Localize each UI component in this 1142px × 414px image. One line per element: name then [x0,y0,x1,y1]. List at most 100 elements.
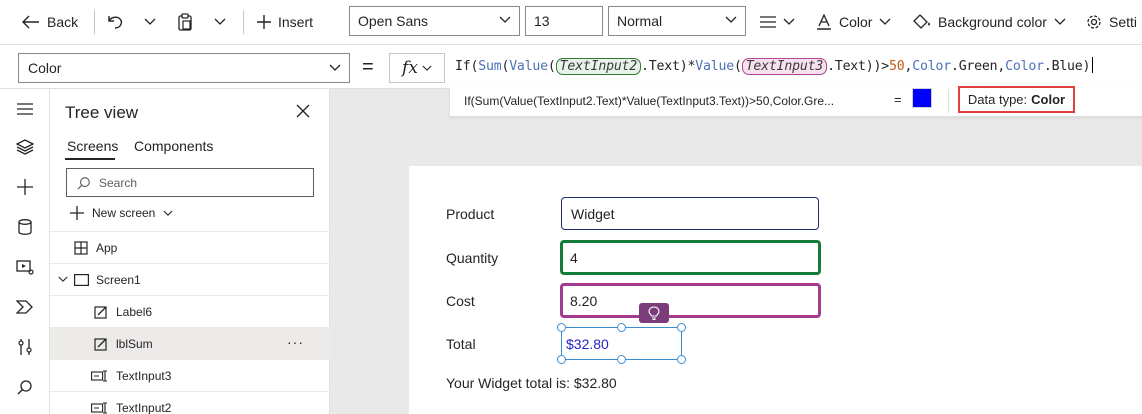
data-type-badge: Data type: Color [958,86,1075,113]
undo-button[interactable] [106,8,124,36]
background-color-button[interactable]: Background color [913,8,1066,36]
cost-label: Cost [446,293,475,309]
text-input-icon [91,401,109,414]
formula-text: .Text)* [641,59,696,74]
gear-icon [1086,14,1102,30]
back-label: Back [47,14,79,30]
lightbulb-icon[interactable] [639,303,669,323]
tree-view-panel: Tree view Screens Components Search New … [50,89,330,414]
search-icon[interactable] [13,375,37,399]
formula-number: 50 [889,59,905,74]
insert-label: Insert [278,14,314,30]
product-input[interactable]: Widget [561,197,819,230]
color-label: Color [839,14,873,30]
color-button[interactable]: Color [816,8,891,36]
tree-item-label6[interactable]: Label6 [50,295,330,327]
resize-handle[interactable] [557,323,566,332]
formula-bar: Color = fx If(Sum(Value(TextInput2 .Text)… [0,45,1142,89]
chevron-down-icon [214,18,226,26]
property-value: Color [28,60,62,76]
insert-button[interactable]: Insert [257,8,313,36]
layers-icon[interactable] [13,135,37,159]
formula-input[interactable]: If(Sum(Value(TextInput2 .Text)*Value(Text… [455,57,1094,75]
formula-text: .Green, [950,59,1006,74]
paint-bucket-icon [913,14,931,30]
cost-input[interactable]: 8.20 [560,283,821,318]
resize-handle[interactable] [617,355,626,364]
chevron-down-icon [879,18,891,26]
resize-handle[interactable] [617,323,626,332]
app-grid-icon [74,240,88,255]
formula-text: .Blue) [1043,59,1091,74]
chevron-down-icon [1054,18,1066,26]
font-weight-select[interactable]: Normal [608,6,746,36]
formula-text: If( [455,59,479,74]
tree-search-input[interactable]: Search [66,168,314,197]
new-screen-button[interactable]: New screen [70,206,173,220]
data-type-label: Data type: [967,92,1028,107]
settings-button[interactable]: Setti [1086,8,1137,36]
chevron-down-icon [163,210,173,217]
chevron-down-icon [422,65,432,72]
background-color-label: Background color [938,14,1047,30]
formula-function: Value [509,59,548,74]
plus-icon[interactable] [13,175,37,199]
formula-enum: Color [1005,59,1044,74]
text-caret [1092,57,1094,73]
label-edit-icon [94,337,108,351]
formula-enum: Color [912,59,951,74]
paste-button[interactable] [177,8,193,36]
tree-item-textinput2[interactable]: TextInput2 [50,391,330,414]
total-value: $32.80 [566,335,609,352]
font-size-value: 13 [534,13,550,29]
tree-view-title: Tree view [65,103,139,122]
power-automate-icon[interactable] [13,295,37,319]
total-label: Total [446,336,476,352]
tab-components[interactable]: Components [134,138,213,154]
chevron-down-icon [783,18,795,26]
tree-item-textinput3[interactable]: TextInput3 [50,359,330,391]
chevron-down-icon [499,16,511,24]
tree-item-screen1[interactable]: Screen1 [50,263,330,295]
text-color-icon [816,14,832,30]
label-edit-icon [94,305,108,319]
chevron-down-icon [144,18,156,26]
fx-button[interactable]: fx [389,53,445,83]
clipboard-icon [177,13,193,31]
paste-menu-chevron[interactable] [214,8,226,36]
quantity-label: Quantity [446,250,499,266]
plus-icon [257,15,271,29]
database-icon[interactable] [13,215,37,239]
chevron-down-icon[interactable] [58,276,68,283]
undo-menu-chevron[interactable] [144,8,156,36]
close-icon[interactable] [296,104,310,118]
font-value: Open Sans [358,13,429,29]
align-icon [760,16,776,28]
command-bar: Back Insert Open Sans 13 Normal Color Ba… [0,0,1142,45]
resize-handle[interactable] [677,323,686,332]
undo-icon [106,14,124,30]
tree-item-label: lblSum [116,336,153,351]
cost-value: 8.20 [570,292,598,309]
resize-handle[interactable] [677,355,686,364]
tools-icon[interactable] [13,335,37,359]
tree-item-app[interactable]: App [50,231,330,263]
tab-screens[interactable]: Screens [67,138,118,154]
align-button[interactable] [760,8,795,36]
resize-handle[interactable] [557,355,566,364]
back-button[interactable]: Back [22,8,78,36]
plus-icon [70,206,84,220]
result-equals: = [894,92,902,107]
font-select[interactable]: Open Sans [349,6,520,36]
more-options-button[interactable]: ··· [287,334,304,350]
screen-icon [74,273,89,286]
hamburger-icon[interactable] [13,97,37,121]
quantity-input[interactable]: 4 [560,240,821,275]
formula-text: ( [733,59,742,74]
property-select[interactable]: Color [18,53,350,83]
tree-item-lblsum[interactable]: lblSum ··· [50,327,330,359]
formula-function: Sum [478,59,502,74]
media-icon[interactable] [13,255,37,279]
font-size-input[interactable]: 13 [525,6,603,36]
tree-item-label: Screen1 [96,272,141,287]
